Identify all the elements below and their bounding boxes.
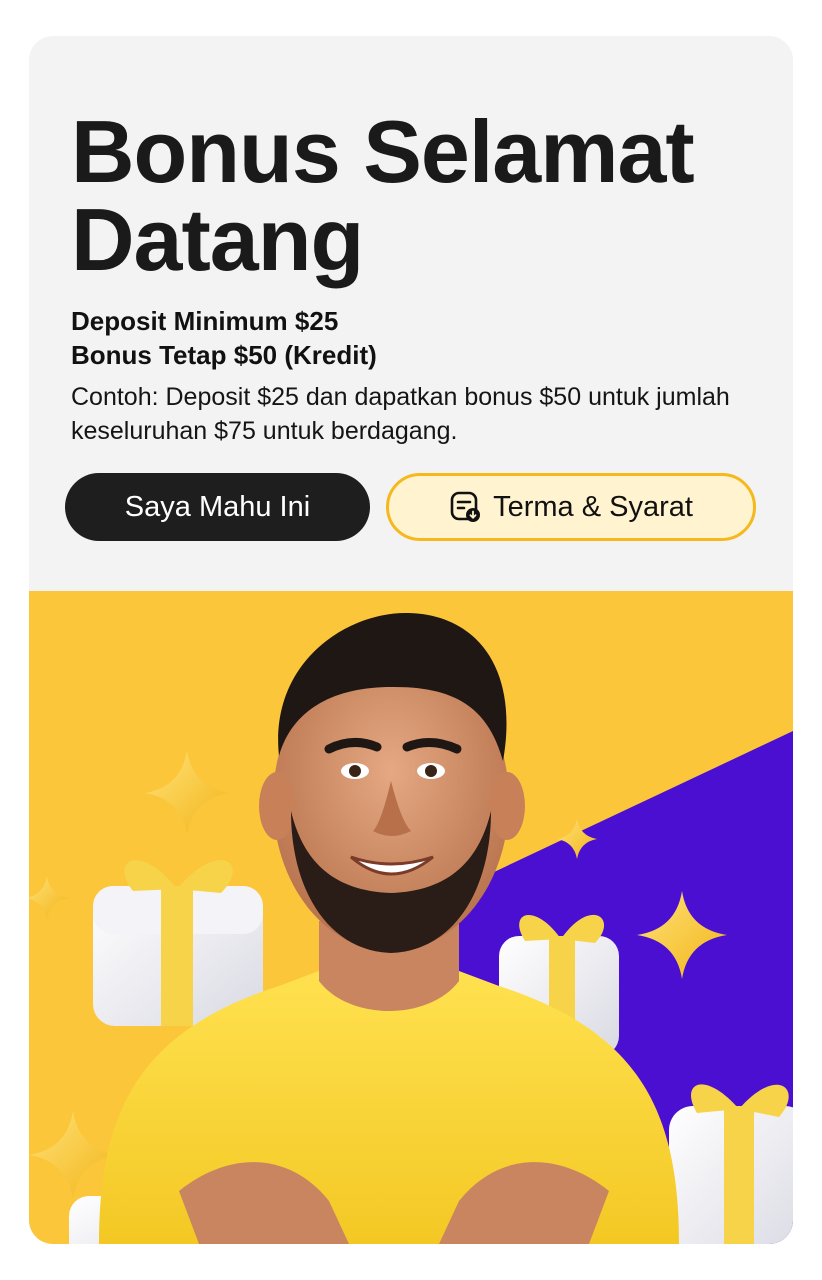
fixed-bonus-text: Bonus Tetap $50 (Kredit) bbox=[71, 340, 377, 370]
promo-card: Bonus Selamat Datang Deposit Minimum $25… bbox=[29, 36, 793, 1244]
gift-box-icon bbox=[669, 1084, 793, 1244]
terms-button[interactable]: Terma & Syarat bbox=[386, 473, 756, 541]
min-deposit-text: Deposit Minimum $25 bbox=[71, 306, 339, 336]
promo-title: Bonus Selamat Datang bbox=[71, 102, 695, 289]
hero-illustration bbox=[29, 591, 793, 1244]
terms-button-label: Terma & Syarat bbox=[493, 490, 693, 523]
document-download-icon bbox=[449, 490, 483, 524]
example-text: Contoh: Deposit $25 dan dapatkan bonus $… bbox=[71, 383, 730, 445]
claim-button-label: Saya Mahu Ini bbox=[124, 490, 311, 523]
claim-button[interactable]: Saya Mahu Ini bbox=[65, 473, 370, 541]
